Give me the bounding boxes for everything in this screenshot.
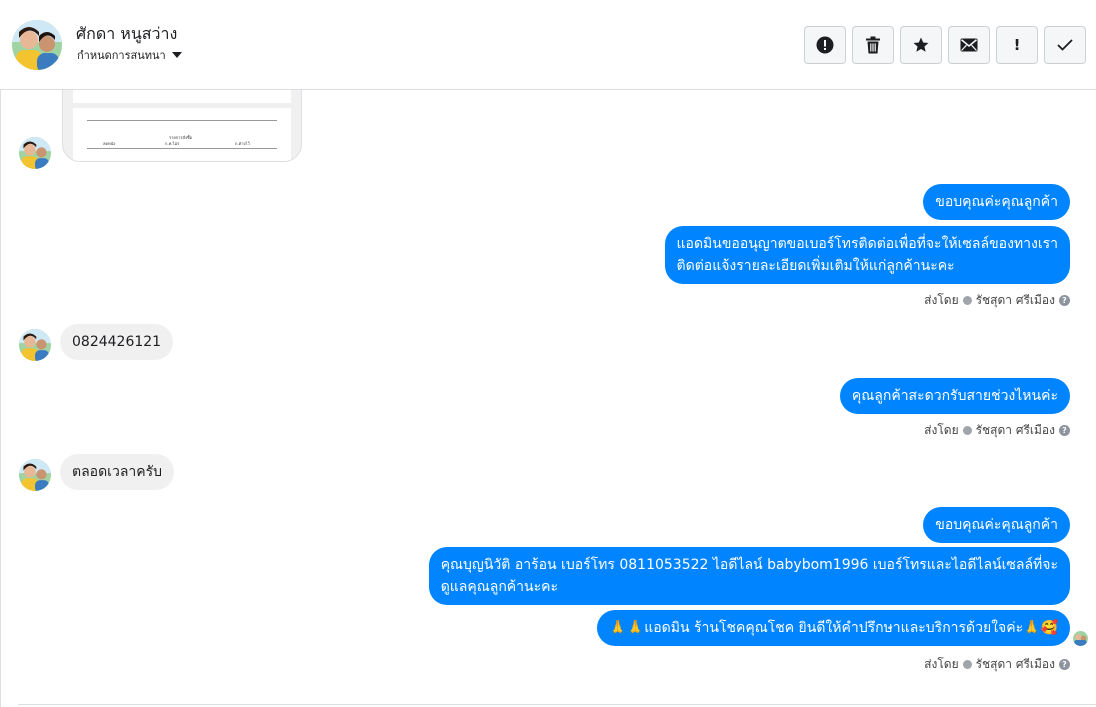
header-toolbar: !: [804, 26, 1086, 64]
star-button[interactable]: [900, 26, 942, 64]
gear-icon: [962, 426, 972, 435]
trash-icon: [865, 36, 881, 54]
alert-circle-icon: [816, 36, 834, 54]
outgoing-message[interactable]: คุณลูกค้าสะดวกรับสายช่วงไหนค่ะ: [839, 378, 1070, 414]
conversation-thread: รายการสั่งซื้อ ลดหนัง ก.ค.ไม่ร ก.ต่างไว้…: [0, 90, 1096, 707]
attachment-page-bottom: รายการสั่งซื้อ ลดหนัง ก.ค.ไม่ร ก.ต่างไว้: [73, 108, 291, 161]
contact-name[interactable]: ศักดา หนูสว่าง: [76, 22, 177, 47]
gear-icon: [962, 296, 972, 305]
help-icon[interactable]: ?: [1059, 425, 1070, 436]
star-icon: [912, 36, 930, 54]
sent-by-label: ส่งโดย: [924, 293, 959, 307]
contact-avatar-small[interactable]: [19, 329, 51, 361]
contact-avatar[interactable]: [12, 20, 62, 70]
message-line: ดูแลคุณลูกค้านะคะ: [440, 579, 558, 595]
sent-by-agent: รัชสุดา ศรีเมือง: [975, 657, 1055, 671]
sent-by-agent: รัชสุดา ศรีเมือง: [975, 423, 1055, 437]
contact-avatar-small[interactable]: [19, 137, 51, 169]
help-icon[interactable]: ?: [1059, 659, 1070, 670]
follow-up-button[interactable]: !: [996, 26, 1038, 64]
mark-done-button[interactable]: [1044, 26, 1086, 64]
assign-conversation-dropdown[interactable]: กำหนดการสนทนา: [77, 46, 182, 64]
exclamation-icon: !: [1013, 36, 1021, 54]
contact-avatar-small[interactable]: [19, 459, 51, 491]
sent-by-info: ส่งโดย รัชสุดา ศรีเมือง ?: [924, 291, 1070, 310]
attachment-page-top: [73, 90, 291, 103]
assign-label: กำหนดการสนทนา: [77, 49, 166, 62]
mark-spam-button[interactable]: [804, 26, 846, 64]
outgoing-message[interactable]: ขอบคุณค่ะคุณลูกค้า: [923, 507, 1070, 543]
outgoing-message[interactable]: ขอบคุณค่ะคุณลูกค้า: [923, 184, 1070, 220]
sent-by-info: ส่งโดย รัชสุดา ศรีเมือง ?: [924, 421, 1070, 440]
composer-divider: [18, 704, 1096, 705]
sent-by-label: ส่งโดย: [924, 423, 959, 437]
mark-unread-button[interactable]: [948, 26, 990, 64]
message-line: ติดต่อแจ้งรายละเอียดเพิ่มเติมให้แก่ลูกค้…: [676, 258, 955, 274]
attachment-text: ก.ค.ไม่ร: [165, 141, 180, 146]
checkmark-icon: [1057, 39, 1073, 51]
gear-icon: [962, 660, 972, 669]
image-attachment[interactable]: รายการสั่งซื้อ ลดหนัง ก.ค.ไม่ร ก.ต่างไว้: [62, 90, 302, 162]
conversation-header: ศักดา หนูสว่าง กำหนดการสนทนา !: [0, 0, 1096, 90]
attachment-text: ลดหนัง: [103, 141, 116, 146]
sent-by-info: ส่งโดย รัชสุดา ศรีเมือง ?: [924, 655, 1070, 674]
envelope-icon: [960, 38, 978, 52]
message-line: แอดมินขออนุญาตขอเบอร์โทรติดต่อเพื่อที่จะ…: [676, 236, 1058, 252]
sent-by-agent: รัชสุดา ศรีเมือง: [975, 293, 1055, 307]
help-icon[interactable]: ?: [1059, 295, 1070, 306]
seen-avatar: [1073, 631, 1088, 646]
sent-by-label: ส่งโดย: [924, 657, 959, 671]
outgoing-message[interactable]: คุณบุญนิวัติ อาร้อน เบอร์โทร 0811053522 …: [428, 547, 1070, 605]
delete-button[interactable]: [852, 26, 894, 64]
caret-down-icon: [171, 52, 182, 58]
attachment-text: ก.ต่างไว้: [235, 141, 250, 146]
outgoing-message[interactable]: 🙏🙏แอดมิน ร้านโชคคุณโชค ยินดีให้คำปรึกษาแ…: [597, 610, 1070, 646]
message-line: คุณบุญนิวัติ อาร้อน เบอร์โทร 0811053522 …: [440, 557, 1058, 573]
outgoing-message[interactable]: แอดมินขออนุญาตขอเบอร์โทรติดต่อเพื่อที่จะ…: [664, 226, 1070, 284]
incoming-message[interactable]: 0824426121: [60, 324, 174, 360]
incoming-message[interactable]: ตลอดเวลาครับ: [60, 454, 175, 490]
